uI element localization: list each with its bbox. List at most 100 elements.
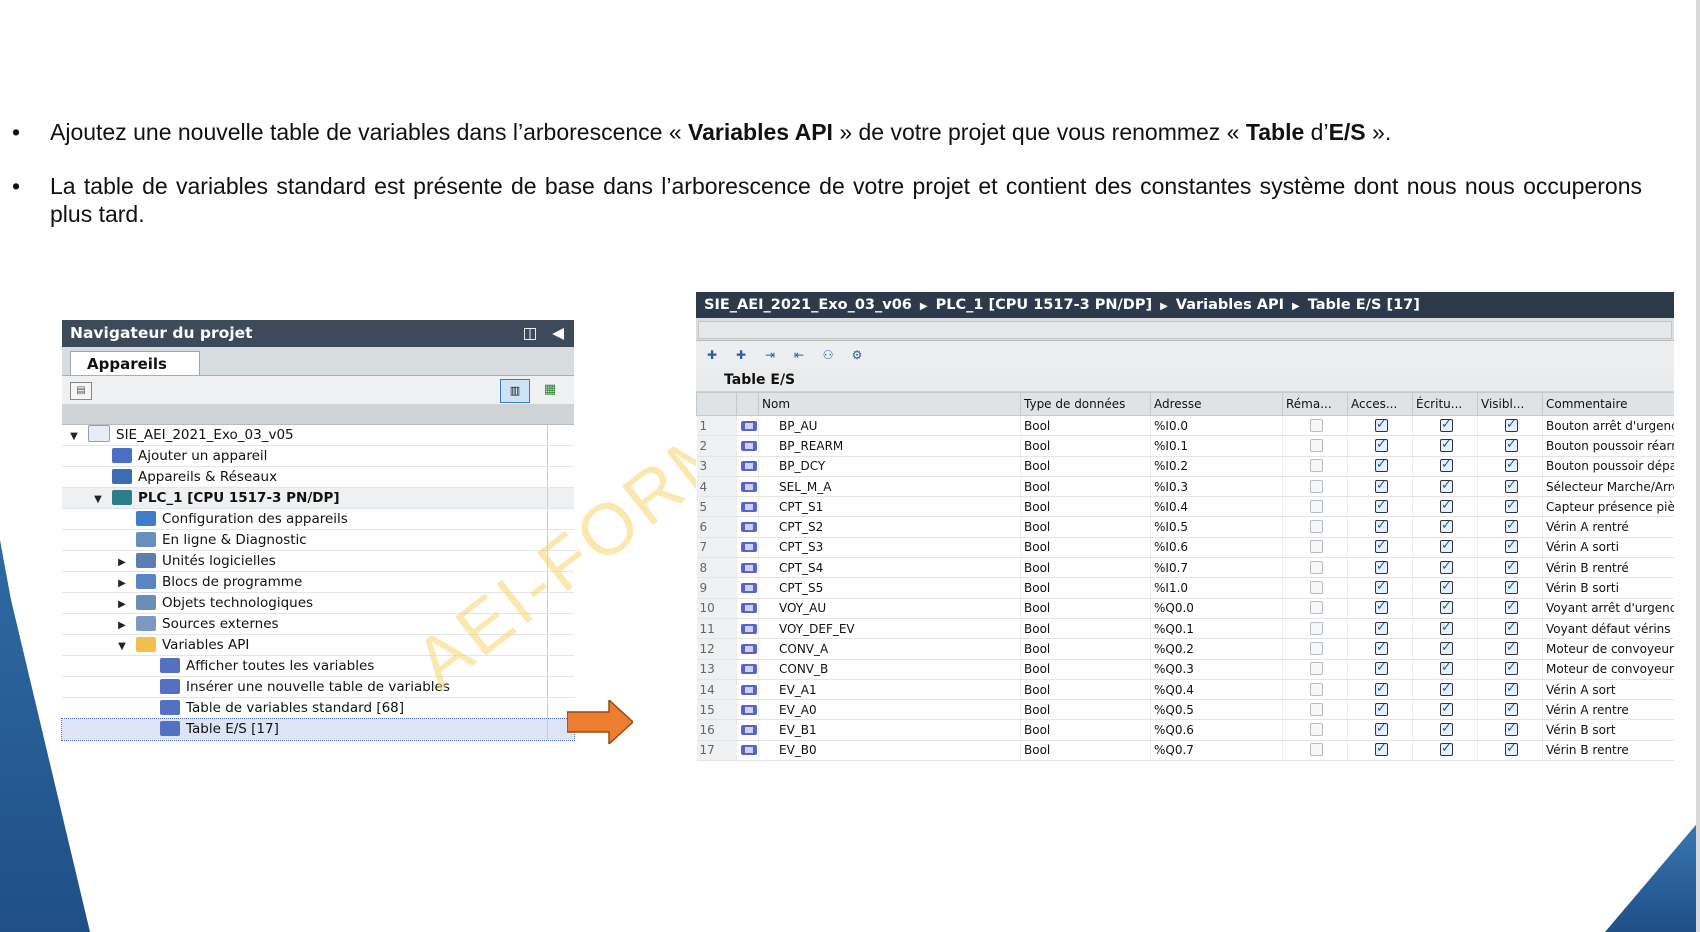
tag-name[interactable]: SEL_M_A (758, 476, 1021, 498)
add-row-icon[interactable]: ✚ (702, 346, 722, 364)
checkbox[interactable] (1310, 702, 1323, 716)
checkbox[interactable] (1375, 538, 1388, 554)
checkbox[interactable] (1310, 479, 1323, 493)
checkbox[interactable] (1440, 457, 1453, 473)
data-type[interactable]: Bool (1020, 719, 1151, 741)
checkbox[interactable] (1375, 681, 1388, 696)
checkbox[interactable] (1375, 417, 1388, 432)
data-type[interactable]: Bool (1020, 598, 1151, 619)
checkbox[interactable] (1375, 579, 1388, 595)
checkbox[interactable] (1505, 620, 1518, 635)
column-header[interactable]: Adresse (1150, 392, 1283, 416)
data-type[interactable]: Bool (1020, 699, 1151, 721)
address[interactable]: %I0.1 (1150, 435, 1283, 457)
overview-icon[interactable]: ▥ (500, 379, 530, 403)
checkbox[interactable] (1505, 559, 1518, 574)
data-type[interactable]: Bool (1020, 476, 1151, 498)
checkbox[interactable] (1310, 520, 1323, 534)
checkbox[interactable] (1505, 701, 1518, 716)
comment[interactable]: Vérin A rentré (1542, 516, 1674, 538)
table-row[interactable]: 1 BP_AUBool%I0.0 Bouton arrêt d'urgence (696, 415, 1674, 437)
checkbox[interactable] (1375, 518, 1388, 534)
checkbox[interactable] (1440, 721, 1453, 737)
address[interactable]: %Q0.4 (1150, 679, 1283, 701)
comment[interactable]: Bouton arrêt d'urgence (1542, 415, 1674, 437)
checkbox[interactable] (1440, 518, 1453, 534)
checkbox[interactable] (1505, 599, 1518, 615)
data-type[interactable]: Bool (1020, 557, 1151, 579)
comment[interactable]: Vérin A rentre (1542, 699, 1674, 721)
tag-name[interactable]: CPT_S3 (758, 537, 1021, 559)
table-row[interactable]: 13 CONV_BBool%Q0.3 Moteur de convoyeur B (696, 659, 1674, 680)
checkbox[interactable] (1375, 599, 1388, 615)
export-icon[interactable]: ⇥ (760, 346, 780, 364)
breadcrumb-item[interactable]: PLC_1 [CPU 1517-3 PN/DP] (936, 297, 1152, 313)
checkbox[interactable] (1310, 581, 1323, 595)
checkbox[interactable] (1310, 560, 1323, 574)
comment[interactable]: Vérin B rentré (1542, 557, 1674, 579)
address[interactable]: %Q0.1 (1150, 618, 1283, 640)
comment[interactable]: Voyant arrêt d'urgence (1542, 598, 1674, 619)
tag-name[interactable]: BP_AU (758, 415, 1021, 437)
checkbox[interactable] (1440, 599, 1453, 615)
checkbox[interactable] (1505, 437, 1518, 452)
checkbox[interactable] (1310, 601, 1323, 615)
checkbox[interactable] (1375, 457, 1388, 473)
tree-item-project[interactable]: ▼ SIE_AEI_2021_Exo_03_v05 (62, 425, 574, 446)
checkbox[interactable] (1440, 681, 1453, 696)
tag-name[interactable]: VOY_DEF_EV (758, 618, 1021, 640)
checkbox[interactable] (1505, 681, 1518, 696)
table-row[interactable]: 2 BP_REARMBool%I0.1 Bouton poussoir réarme… (696, 435, 1674, 457)
tree-item-devices-networks[interactable]: Appareils & Réseaux (62, 467, 574, 488)
table-row[interactable]: 14 EV_A1Bool%Q0.4 Vérin A sort (696, 679, 1674, 701)
checkbox[interactable] (1440, 741, 1453, 757)
checkbox[interactable] (1505, 660, 1518, 676)
address[interactable]: %I0.0 (1150, 415, 1283, 437)
table-row[interactable]: 6 CPT_S2Bool%I0.5 Vérin A rentré (696, 516, 1674, 538)
comment[interactable]: Moteur de convoyeur B (1542, 659, 1674, 680)
comment[interactable]: Voyant défaut vérins (1542, 618, 1674, 640)
checkbox[interactable] (1310, 621, 1323, 635)
checkbox[interactable] (1375, 721, 1388, 737)
dock-icon[interactable]: ◫ (523, 324, 538, 342)
comment[interactable]: Sélecteur Marche/Arrêt (0=Marche/1=Arrêt… (1542, 476, 1674, 498)
checkbox[interactable] (1375, 640, 1388, 655)
settings-icon[interactable]: ⚙ (847, 346, 867, 364)
address[interactable]: %I0.4 (1150, 496, 1283, 518)
table-row[interactable]: 16 EV_B1Bool%Q0.6 Vérin B sort (696, 719, 1674, 741)
column-header[interactable]: Commentaire (1542, 392, 1674, 416)
column-header[interactable]: Écritu... (1412, 392, 1478, 416)
column-header[interactable] (736, 392, 759, 416)
checkbox[interactable] (1440, 417, 1453, 432)
column-header[interactable]: Visibl... (1477, 392, 1543, 416)
data-type[interactable]: Bool (1020, 516, 1151, 538)
tag-name[interactable]: CONV_B (758, 659, 1021, 680)
table-row[interactable]: 4 SEL_M_ABool%I0.3 Sélecteur Marche/Arrêt … (696, 476, 1674, 498)
tree-toggle-icon[interactable]: ▶ (116, 553, 128, 573)
tag-name[interactable]: EV_A0 (758, 699, 1021, 721)
column-header[interactable]: Réma... (1282, 392, 1348, 416)
address[interactable]: %Q0.3 (1150, 659, 1283, 680)
checkbox[interactable] (1440, 640, 1453, 655)
checkbox[interactable] (1440, 538, 1453, 554)
column-header[interactable]: Nom (758, 392, 1021, 416)
checkbox[interactable] (1505, 721, 1518, 737)
comment[interactable]: Capteur présence pièce (1542, 496, 1674, 518)
comment[interactable]: Bouton poussoir réarmement (1542, 435, 1674, 457)
checkbox[interactable] (1440, 701, 1453, 716)
checkbox[interactable] (1505, 579, 1518, 595)
checkbox[interactable] (1310, 641, 1323, 655)
tag-name[interactable]: CPT_S1 (758, 496, 1021, 518)
tree-toggle-icon[interactable]: ▶ (116, 616, 128, 636)
table-row[interactable]: 5 CPT_S1Bool%I0.4 Capteur présence pièce (696, 496, 1674, 518)
comment[interactable]: Vérin A sort (1542, 679, 1674, 701)
address[interactable]: %I0.5 (1150, 516, 1283, 538)
collapse-left-icon[interactable]: ◀ (552, 324, 564, 342)
address[interactable]: %I0.7 (1150, 557, 1283, 579)
data-type[interactable]: Bool (1020, 618, 1151, 640)
table-row[interactable]: 17 EV_B0Bool%Q0.7 Vérin B rentre (696, 740, 1674, 762)
address[interactable]: %Q0.0 (1150, 598, 1283, 619)
tree-item-online-diagnostic[interactable]: En ligne & Diagnostic (62, 530, 574, 551)
tree-item-device-config[interactable]: Configuration des appareils (62, 509, 574, 530)
address[interactable]: %I0.6 (1150, 537, 1283, 559)
